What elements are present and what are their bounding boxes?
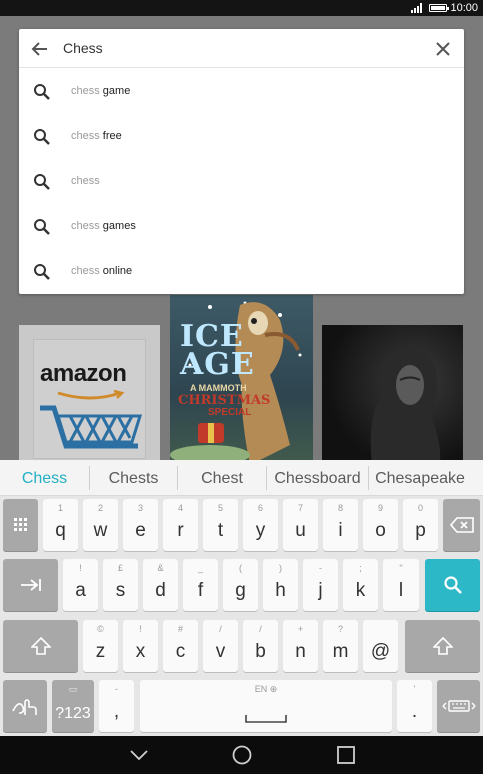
suggestion-item[interactable]: chess — [19, 159, 464, 204]
candidate-word[interactable]: Chest — [178, 470, 266, 488]
key-p[interactable]: 0p — [403, 499, 438, 551]
key-h[interactable]: ) h — [263, 559, 298, 611]
home-icon[interactable] — [231, 744, 253, 766]
suggestion-item[interactable]: chess games — [19, 204, 464, 249]
key-d[interactable]: & d — [143, 559, 178, 611]
key-f[interactable]: _ f — [183, 559, 218, 611]
amazon-smile-icon — [57, 390, 125, 400]
tab-arrow-icon — [20, 579, 41, 591]
key-period[interactable]: '. — [397, 680, 432, 732]
ice-age-subtitle-3: SPECIAL — [208, 407, 252, 418]
candidate-word[interactable]: Chess — [0, 470, 89, 488]
search-bar — [19, 29, 464, 68]
handwriting-key[interactable] — [3, 680, 47, 732]
key-o[interactable]: 9o — [363, 499, 398, 551]
shift-key-left[interactable] — [3, 620, 78, 672]
suggestion-item[interactable]: chess free — [19, 114, 464, 159]
battery-icon — [429, 4, 449, 12]
amazon-logo: amazon — [33, 339, 146, 459]
clear-search-icon[interactable] — [433, 39, 453, 59]
backspace-key[interactable] — [443, 499, 480, 551]
shopping-cart-icon — [40, 405, 143, 449]
recents-icon[interactable] — [335, 744, 357, 766]
suggestion-item[interactable]: chess game — [19, 69, 464, 114]
ice-age-subtitle-2: CHRISTMAS — [178, 393, 271, 408]
key-v[interactable]: / v — [203, 620, 238, 672]
search-suggestions-panel: chess game chess free chess chess games … — [19, 29, 464, 294]
keyboard-hide-icon — [442, 700, 475, 712]
key-at[interactable]: @ — [363, 620, 398, 672]
album-portrait-art — [370, 347, 441, 465]
search-icon — [34, 219, 50, 235]
ice-age-subtitle-1: A MAMMOTH — [190, 383, 247, 393]
key-m[interactable]: ? m — [323, 620, 358, 672]
key-w[interactable]: 2w — [83, 499, 118, 551]
space-bar-icon — [245, 715, 287, 723]
candidate-word[interactable]: Chessboard — [267, 470, 368, 488]
key-u[interactable]: 7u — [283, 499, 318, 551]
suggestion-item[interactable]: chess online — [19, 249, 464, 294]
keyboard-settings-key[interactable] — [3, 499, 38, 551]
key-c[interactable]: # c — [163, 620, 198, 672]
candidate-word[interactable]: Chesapeake — [369, 470, 471, 488]
status-bar: 10:00 — [0, 0, 483, 16]
back-icon[interactable] — [128, 744, 150, 766]
key-y[interactable]: 6y — [243, 499, 278, 551]
suggestion-label: chess games — [71, 220, 136, 232]
navigation-bar — [0, 736, 483, 774]
search-icon — [34, 174, 50, 190]
key-e[interactable]: 3e — [123, 499, 158, 551]
back-arrow-icon[interactable] — [29, 38, 51, 60]
key-b[interactable]: / b — [243, 620, 278, 672]
keypad-grid-icon — [13, 518, 27, 531]
search-icon — [34, 84, 50, 100]
key-s[interactable]: £ s — [103, 559, 138, 611]
key-a[interactable]: ! a — [63, 559, 98, 611]
symbols-key[interactable]: ▭ ?123 — [52, 680, 94, 732]
symbols-hint-icon: ▭ — [68, 684, 78, 694]
shift-key-right[interactable] — [405, 620, 480, 672]
key-q[interactable]: 1q — [43, 499, 78, 551]
key-comma[interactable]: -, — [99, 680, 134, 732]
ice-age-title: ICE AGE — [180, 319, 255, 382]
key-k[interactable]: ; k — [343, 559, 378, 611]
candidate-word[interactable]: Chests — [90, 470, 177, 488]
amazon-wordmark: amazon — [40, 360, 127, 387]
shift-arrow-icon — [432, 637, 453, 655]
status-time: 10:00 — [450, 2, 478, 14]
search-input[interactable] — [63, 37, 413, 59]
ice-age-movie-card[interactable]: ICE AGE A MAMMOTH CHRISTMAS SPECIAL — [170, 295, 313, 465]
backspace-icon — [449, 517, 474, 533]
search-icon — [443, 576, 462, 594]
space-key[interactable]: EN ⊕ — [140, 680, 392, 732]
suggestion-label: chess — [71, 175, 100, 187]
key-x[interactable]: ! x — [123, 620, 158, 672]
amazon-app-card[interactable]: amazon — [19, 325, 160, 465]
tab-key[interactable] — [3, 559, 58, 611]
shift-arrow-icon — [30, 637, 51, 655]
language-label: EN ⊕ — [254, 684, 278, 694]
suggestion-label: chess game — [71, 85, 131, 97]
handwriting-hand-icon — [12, 699, 37, 715]
key-z[interactable]: © z — [83, 620, 118, 672]
candidate-bar: Chess Chests Chest Chessboard Chesapeake — [0, 460, 483, 496]
search-icon — [34, 129, 50, 145]
key-j[interactable]: -j — [303, 559, 338, 611]
search-key[interactable] — [425, 559, 480, 611]
search-icon — [34, 264, 50, 280]
signal-icon — [411, 3, 422, 13]
key-i[interactable]: 8i — [323, 499, 358, 551]
key-t[interactable]: 5t — [203, 499, 238, 551]
on-screen-keyboard: Chess Chests Chest Chessboard Chesapeake… — [0, 460, 483, 736]
album-card[interactable] — [322, 325, 463, 465]
key-n[interactable]: + n — [283, 620, 318, 672]
suggestion-label: chess online — [71, 265, 133, 277]
key-r[interactable]: 4r — [163, 499, 198, 551]
key-l[interactable]: " l — [383, 559, 419, 611]
key-g[interactable]: (g — [223, 559, 258, 611]
suggestion-label: chess free — [71, 130, 122, 142]
hide-keyboard-key[interactable] — [437, 680, 480, 732]
